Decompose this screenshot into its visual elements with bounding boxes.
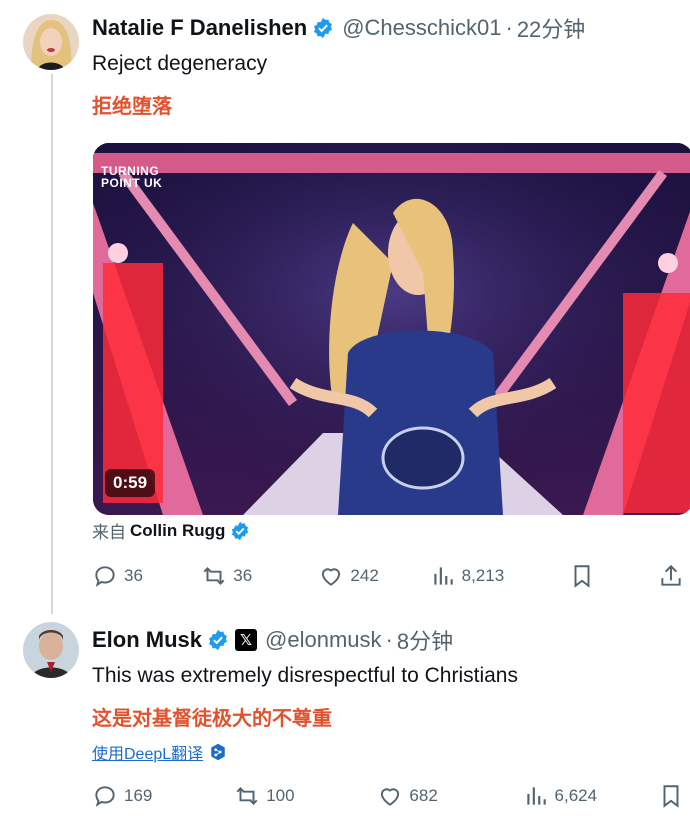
repost-count: 100 (266, 786, 295, 805)
bookmark-button[interactable] (658, 783, 690, 809)
author-name[interactable]: Natalie F Danelishen (92, 15, 307, 41)
views-button[interactable]: 8,213 (430, 563, 569, 589)
video-frame (93, 143, 690, 515)
like-count: 682 (409, 786, 438, 805)
tweet-reply[interactable]: Elon Musk 𝕏 @elonmusk · 8分钟 This was ext… (92, 624, 690, 731)
tweet-translation: 拒绝堕落 (92, 96, 172, 118)
bookmark-icon (663, 785, 679, 808)
author-handle[interactable]: @Chesschick01 (342, 15, 501, 41)
tweet-header: Elon Musk 𝕏 @elonmusk · 8分钟 (92, 624, 690, 656)
tweet-header: Natalie F Danelishen @Chesschick01 · 22分… (92, 12, 690, 44)
like-button[interactable]: 242 (318, 563, 429, 589)
verified-badge-icon (209, 629, 227, 651)
reply-icon (95, 566, 115, 587)
repost-icon (203, 567, 225, 585)
views-button[interactable]: 6,624 (523, 783, 658, 809)
video-duration: 0:59 (105, 469, 156, 497)
translate-link-label[interactable]: 使用DeepL翻译 (92, 740, 203, 764)
heart-icon (322, 568, 341, 586)
separator-dot: · (505, 15, 513, 40)
like-count: 242 (350, 566, 379, 585)
x-affiliation-icon: 𝕏 (235, 629, 258, 651)
tweet-text: This was extremely disrespectful to Chri… (92, 664, 518, 687)
timestamp[interactable]: 22分钟 (517, 12, 585, 44)
reply-count: 36 (124, 566, 143, 585)
like-button[interactable]: 682 (377, 783, 522, 809)
tweet-actions: 169 100 682 6,624 (92, 783, 690, 809)
video-source[interactable]: 来自 Collin Rugg (92, 518, 250, 543)
tweet-translation: 这是对基督徒极大的不尊重 (92, 708, 332, 730)
separator-dot: · (385, 627, 393, 652)
source-prefix: 来自 (92, 523, 126, 542)
reply-count: 169 (124, 786, 153, 805)
tweet-actions: 36 36 242 8,213 (92, 563, 690, 589)
translate-link[interactable]: 使用DeepL翻译 (92, 740, 227, 764)
bookmark-icon (574, 565, 590, 588)
author-name[interactable]: Elon Musk (92, 627, 202, 653)
repost-button[interactable]: 36 (201, 563, 318, 589)
repost-button[interactable]: 100 (234, 783, 377, 809)
views-count: 6,624 (554, 786, 598, 805)
views-count: 8,213 (461, 566, 505, 585)
bookmark-button[interactable] (569, 563, 658, 589)
thread-connector-line (51, 74, 53, 614)
share-icon (661, 564, 681, 586)
repost-count: 36 (233, 566, 253, 585)
avatar[interactable] (23, 14, 79, 70)
views-bar-chart-icon (526, 787, 546, 805)
verified-badge-icon (232, 521, 249, 540)
views-bar-chart-icon (433, 567, 453, 585)
video-player[interactable]: TURNING POINT UK 0:59 (93, 143, 690, 515)
video-watermark: TURNING POINT UK (101, 164, 163, 190)
reply-button[interactable]: 36 (92, 563, 201, 589)
reply-icon (95, 786, 115, 807)
reply-button[interactable]: 169 (92, 783, 234, 809)
avatar[interactable] (23, 622, 79, 678)
repost-icon (236, 787, 258, 805)
tweet-original[interactable]: Natalie F Danelishen @Chesschick01 · 22分… (92, 12, 690, 119)
deepl-icon (211, 743, 225, 761)
tweet-text: Reject degeneracy (92, 52, 268, 75)
verified-badge-icon (314, 17, 333, 39)
source-name[interactable]: Collin Rugg (130, 521, 225, 541)
share-button[interactable] (658, 563, 690, 589)
heart-icon (381, 788, 400, 806)
author-handle[interactable]: @elonmusk (265, 627, 382, 653)
timestamp[interactable]: 8分钟 (397, 624, 453, 656)
